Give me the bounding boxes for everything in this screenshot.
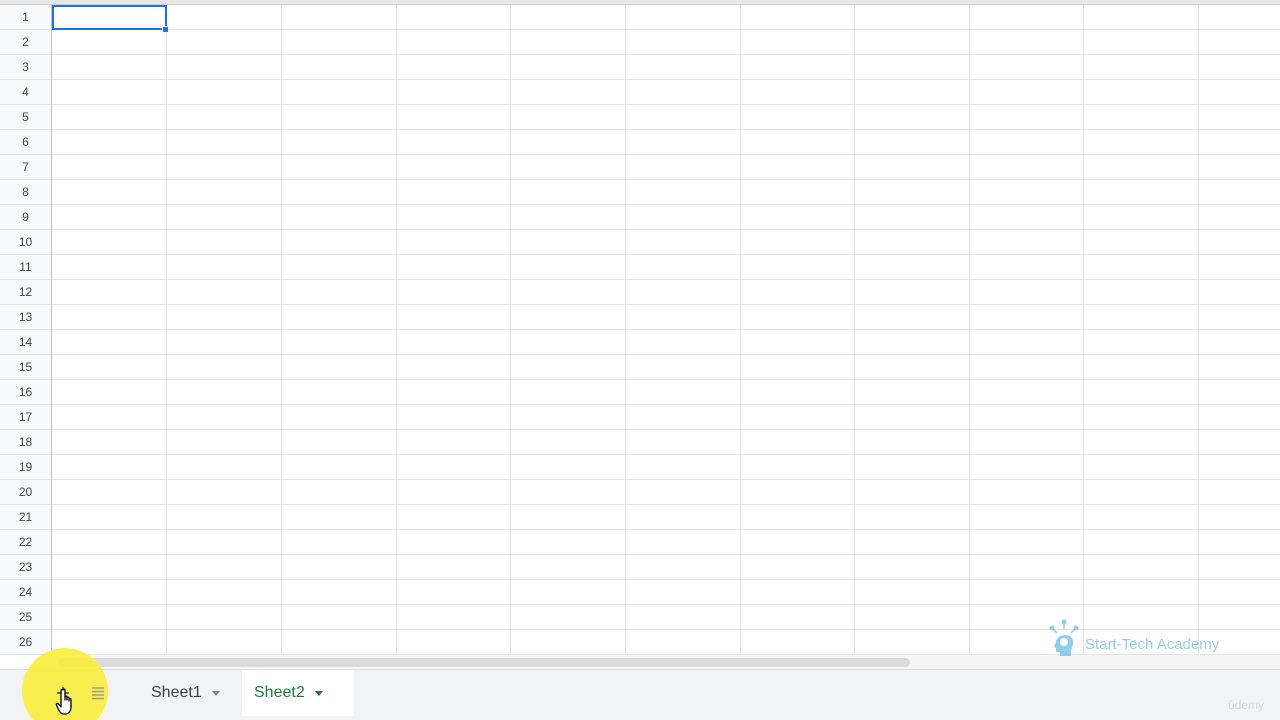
row-number[interactable]: 1 xyxy=(0,5,51,30)
row-gridline xyxy=(52,179,1280,180)
list-icon xyxy=(92,687,104,700)
row-number[interactable]: 23 xyxy=(0,555,51,580)
row-gridline xyxy=(52,354,1280,355)
row-header: 1 2 3 4 5 6 7 8 9 10 11 12 13 14 15 16 17 18 19 20 21 22 23 24 2… xyxy=(0,5,52,655)
row-gridline xyxy=(52,454,1280,455)
chevron-down-icon[interactable] xyxy=(314,690,323,696)
row-gridline xyxy=(52,329,1280,330)
fill-handle[interactable] xyxy=(162,26,169,33)
column-gridline xyxy=(1083,5,1084,655)
row-gridline xyxy=(52,104,1280,105)
row-gridline xyxy=(52,254,1280,255)
row-gridline xyxy=(52,479,1280,480)
row-gridline xyxy=(52,279,1280,280)
row-number[interactable]: 6 xyxy=(0,130,51,155)
row-gridline xyxy=(52,529,1280,530)
row-number[interactable]: 7 xyxy=(0,155,51,180)
column-gridline xyxy=(1198,5,1199,655)
row-number[interactable]: 10 xyxy=(0,230,51,255)
hand-pointer-icon xyxy=(55,688,72,715)
column-gridline xyxy=(281,5,282,655)
row-number[interactable]: 25 xyxy=(0,605,51,630)
row-gridline xyxy=(52,379,1280,380)
row-gridline xyxy=(52,204,1280,205)
udemy-watermark: ûdemy xyxy=(1228,698,1265,712)
chevron-down-icon[interactable] xyxy=(211,690,220,696)
row-gridline xyxy=(52,29,1280,30)
row-gridline xyxy=(52,54,1280,55)
row-gridline xyxy=(52,229,1280,230)
column-gridline xyxy=(396,5,397,655)
row-number[interactable]: 8 xyxy=(0,180,51,205)
row-number[interactable]: 19 xyxy=(0,455,51,480)
row-number[interactable]: 5 xyxy=(0,105,51,130)
column-gridline xyxy=(166,5,167,655)
row-number[interactable]: 22 xyxy=(0,530,51,555)
row-gridline xyxy=(52,579,1280,580)
row-gridline xyxy=(52,129,1280,130)
row-gridline xyxy=(52,429,1280,430)
start-tech-academy-logo-icon xyxy=(1049,619,1079,656)
spreadsheet-grid[interactable]: 1 2 3 4 5 6 7 8 9 10 11 12 13 14 15 16 17 18 19 20 21 22 23 24 2… xyxy=(0,0,1280,655)
row-gridline xyxy=(52,629,1280,630)
row-number[interactable]: 11 xyxy=(0,255,51,280)
column-gridline xyxy=(510,5,511,655)
row-gridline xyxy=(52,504,1280,505)
row-number[interactable]: 18 xyxy=(0,430,51,455)
column-gridline xyxy=(854,5,855,655)
row-gridline xyxy=(52,154,1280,155)
tab-sheet1[interactable]: Sheet1 xyxy=(139,670,239,716)
watermark-text: Start-Tech Academy xyxy=(1085,636,1220,653)
row-number[interactable]: 17 xyxy=(0,405,51,430)
row-number[interactable]: 12 xyxy=(0,280,51,305)
row-number[interactable]: 15 xyxy=(0,355,51,380)
column-gridline xyxy=(740,5,741,655)
row-gridline xyxy=(52,304,1280,305)
active-cell-A1[interactable] xyxy=(52,5,167,30)
row-number[interactable]: 3 xyxy=(0,55,51,80)
row-gridline xyxy=(52,404,1280,405)
row-number[interactable]: 26 xyxy=(0,630,51,655)
all-sheets-button[interactable] xyxy=(86,680,110,706)
row-number[interactable]: 13 xyxy=(0,305,51,330)
tab-label: Sheet2 xyxy=(254,684,305,701)
row-number[interactable]: 4 xyxy=(0,80,51,105)
row-number[interactable]: 24 xyxy=(0,580,51,605)
row-gridline xyxy=(52,554,1280,555)
row-number[interactable]: 9 xyxy=(0,205,51,230)
tab-sheet2[interactable]: Sheet2 xyxy=(242,670,354,716)
column-gridline xyxy=(625,5,626,655)
column-gridline xyxy=(969,5,970,655)
row-number[interactable]: 2 xyxy=(0,30,51,55)
row-gridline xyxy=(52,604,1280,605)
row-number[interactable]: 14 xyxy=(0,330,51,355)
row-number[interactable]: 20 xyxy=(0,480,51,505)
row-number[interactable]: 16 xyxy=(0,380,51,405)
row-gridline xyxy=(52,79,1280,80)
row-number[interactable]: 21 xyxy=(0,505,51,530)
horizontal-scrollbar-thumb[interactable] xyxy=(58,658,910,667)
tab-label: Sheet1 xyxy=(151,684,202,701)
cell-grid[interactable] xyxy=(52,5,1280,655)
